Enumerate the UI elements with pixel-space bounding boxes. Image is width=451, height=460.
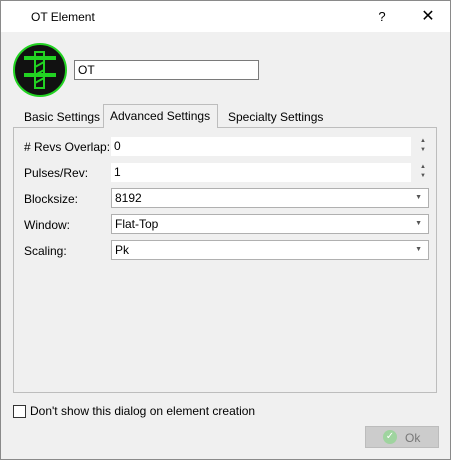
revs-overlap-value: 0 [114,139,121,153]
window-label: Window: [24,218,71,232]
close-button[interactable]: ✕ [415,5,441,29]
check-circle-icon: ✓ [383,430,397,444]
window-select[interactable]: Flat-Top ▼ [111,214,429,234]
revs-overlap-field[interactable]: 0 [111,137,411,156]
chevron-down-icon: ▼ [415,220,422,227]
tab-basic-settings[interactable]: Basic Settings [18,108,106,126]
chevron-down-icon: ▼ [415,246,422,253]
window-title: OT Element [31,10,95,24]
revs-overlap-spinner[interactable]: ▲ ▼ [417,137,429,157]
ok-button[interactable]: ✓ Ok [365,426,439,448]
chevron-down-icon: ▼ [415,194,422,201]
tab-advanced-settings[interactable]: Advanced Settings [103,104,218,128]
dont-show-label: Don't show this dialog on element creati… [30,404,256,418]
title-bar: OT Element ? ✕ [1,1,450,32]
help-button[interactable]: ? [369,5,395,29]
dialog-window: OT Element ? ✕ Basic Settings Advanced S… [0,0,451,460]
window-value: Flat-Top [115,217,159,231]
tab-specialty-settings[interactable]: Specialty Settings [222,108,329,126]
scaling-label: Scaling: [24,244,67,258]
advanced-settings-panel: # Revs Overlap: 0 ▲ ▼ Pulses/Rev: 1 ▲ ▼ Bl… [13,127,437,393]
pulses-rev-label: Pulses/Rev: [24,166,89,180]
blocksize-label: Blocksize: [24,192,79,206]
pulses-rev-spinner[interactable]: ▲ ▼ [417,163,429,183]
pulses-rev-field[interactable]: 1 [111,163,411,182]
pulses-rev-value: 1 [114,165,121,179]
scaling-value: Pk [115,243,130,257]
dont-show-checkbox[interactable] [13,405,26,418]
ok-label: Ok [405,431,421,445]
ot-element-logo-icon [13,43,67,97]
element-name-input[interactable] [74,60,259,80]
revs-overlap-label: # Revs Overlap: [24,140,111,154]
blocksize-value: 8192 [115,191,142,205]
scaling-select[interactable]: Pk ▼ [111,240,429,260]
blocksize-select[interactable]: 8192 ▼ [111,188,429,208]
